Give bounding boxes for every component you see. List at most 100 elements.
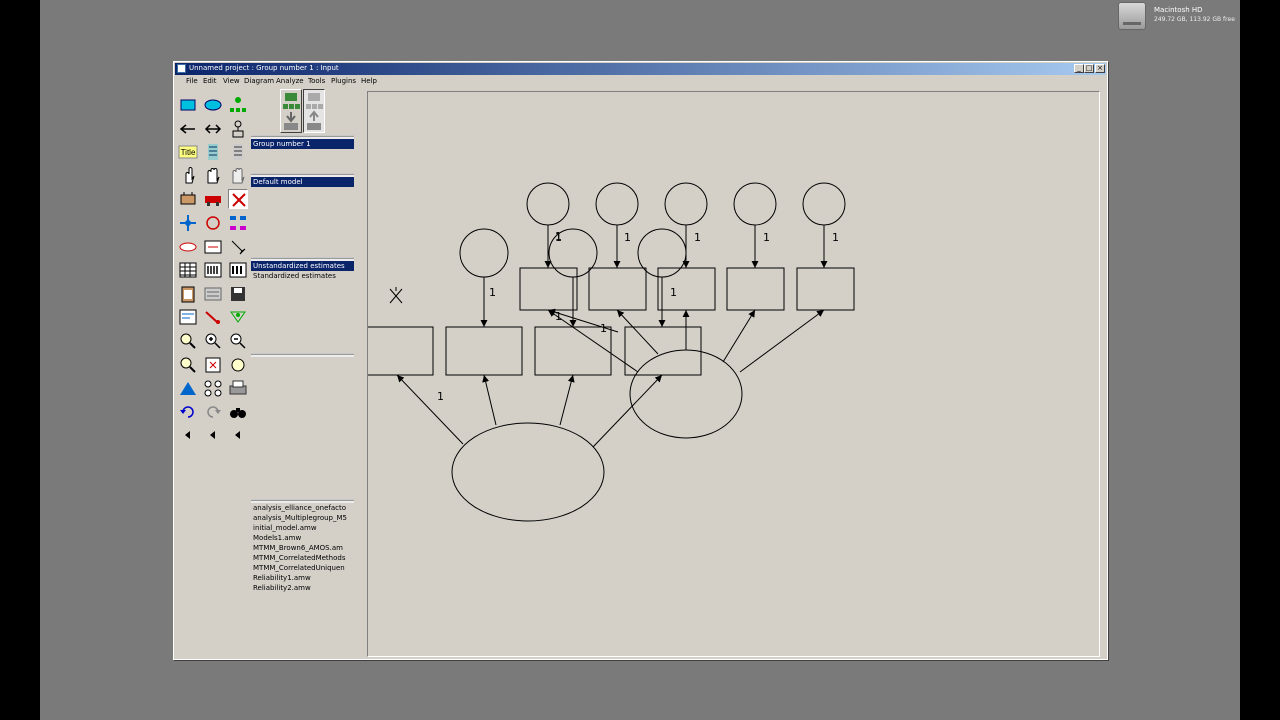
unique-variable-icon[interactable] [228,119,248,139]
file-item[interactable]: initial_model.amw [251,523,354,533]
close-button[interactable]: × [1095,64,1105,73]
menu-file[interactable]: File [186,77,198,85]
rectangle-icon[interactable] [178,95,198,115]
zoom-page-icon[interactable] [178,355,198,375]
ellipse-icon[interactable] [203,95,223,115]
rotate-icon[interactable] [203,213,223,233]
data-files-icon[interactable] [178,260,198,280]
error-term-circle[interactable] [637,228,687,278]
bayesian-icon[interactable] [178,378,198,398]
volume-space: 249.72 GB, 113.92 GB free [1154,16,1235,23]
error-term-circle[interactable] [733,182,777,226]
path-label: 1 [437,390,444,403]
drag-properties-icon[interactable] [228,237,248,257]
fit-page-icon[interactable] [203,355,223,375]
observed-variable-box[interactable] [796,267,855,311]
shape-change-icon[interactable] [178,237,198,257]
list-data-variables-icon[interactable] [228,142,248,162]
preserve-icon[interactable] [228,307,248,327]
diagram-canvas[interactable]: 1 1 1 1 1 1 1 1 1 1 1 [367,91,1100,657]
arrow-left-1[interactable] [178,425,198,445]
menu-analyze[interactable]: Analyze [276,77,304,85]
move-icon[interactable] [203,189,223,209]
maximize-button[interactable]: □ [1084,64,1094,73]
unstandardized-estimates-item[interactable]: Unstandardized estimates [251,261,354,271]
double-arrow-icon[interactable] [203,119,223,139]
latent-variable-ellipse[interactable] [629,349,743,439]
path-arrow [616,309,659,355]
arrow-left-2[interactable] [203,425,223,445]
zoom-area-icon[interactable] [178,331,198,351]
file-item[interactable]: Models1.amw [251,533,354,543]
erase-icon[interactable] [228,189,248,210]
reflect-icon[interactable] [228,213,248,233]
observed-variable-box[interactable] [445,326,523,376]
title-icon[interactable]: Title [178,142,198,162]
print-icon[interactable] [228,378,248,398]
error-term-circle[interactable] [664,182,708,226]
model-item[interactable]: Default model [251,177,354,187]
error-term-circle[interactable] [459,228,509,278]
file-item[interactable]: MTMM_CorrelatedMethods [251,553,354,563]
observed-variable-box[interactable] [657,267,716,311]
menu-help[interactable]: Help [361,77,377,85]
multiple-group-icon[interactable] [203,378,223,398]
preserve-symmetry-icon[interactable] [203,237,223,257]
latent-indicator-icon[interactable] [228,95,248,115]
file-item[interactable]: analysis_Multiplegroup_M5 [251,513,354,523]
file-item[interactable]: Reliability1.amw [251,573,354,583]
observed-variable-box[interactable] [368,326,434,376]
specification-search-icon[interactable] [228,402,248,422]
file-item[interactable]: analysis_elliance_onefacto [251,503,354,513]
duplicate-icon[interactable] [178,189,198,209]
window-title: Unnamed project : Group number 1 : Input [189,64,339,72]
error-term-circle[interactable] [802,182,846,226]
file-item[interactable]: MTMM_Brown6_AMOS.am [251,543,354,553]
path-label: 1 [555,231,562,244]
minimize-button[interactable]: _ [1074,64,1084,73]
standardized-estimates-item[interactable]: Standardized estimates [251,271,354,281]
erase-cursor-icon[interactable] [389,287,403,304]
save-icon[interactable] [228,284,248,304]
loupe-icon[interactable] [228,355,248,375]
redo-icon[interactable] [203,402,223,422]
hard-drive-icon[interactable]: Macintosh HD 249.72 GB, 113.92 GB free [1116,0,1240,30]
path-label: 1 [763,231,770,244]
select-one-icon[interactable] [178,166,198,186]
error-term-circle[interactable] [526,182,570,226]
zoom-in-icon[interactable] [203,331,223,351]
observed-variable-box[interactable] [519,267,578,311]
drag-icon[interactable] [203,307,223,327]
arrow-left-3[interactable] [228,425,248,445]
observed-variable-box[interactable] [588,267,647,311]
observed-variable-box[interactable] [624,326,702,376]
latent-variable-ellipse[interactable] [451,422,605,522]
list-variables-icon[interactable] [203,142,223,162]
menu-plugins[interactable]: Plugins [331,77,356,85]
view-input-button[interactable] [280,89,302,133]
analysis-properties-icon[interactable] [203,260,223,280]
file-item[interactable]: MTMM_CorrelatedUniquen [251,563,354,573]
path-label: 1 [832,231,839,244]
observed-variable-box[interactable] [726,267,785,311]
file-item[interactable]: Reliability2.amw [251,583,354,593]
view-text-icon[interactable] [203,284,223,304]
object-properties-icon[interactable] [178,307,198,327]
error-term-circle[interactable] [595,182,639,226]
zoom-out-icon[interactable] [228,331,248,351]
menu-view[interactable]: View [223,77,240,85]
view-output-button[interactable] [303,89,325,133]
title-bar[interactable]: Unnamed project : Group number 1 : Input… [175,63,1106,75]
deselect-icon[interactable] [228,166,248,186]
menu-diagram[interactable]: Diagram [244,77,274,85]
clipboard-icon[interactable] [178,284,198,304]
undo-icon[interactable] [178,402,198,422]
calculate-estimates-icon[interactable] [228,260,248,280]
app-icon [177,64,186,73]
menu-edit[interactable]: Edit [203,77,217,85]
move-parameter-icon[interactable] [178,213,198,233]
group-item[interactable]: Group number 1 [251,139,354,149]
select-all-icon[interactable] [203,166,223,186]
single-arrow-icon[interactable] [178,119,198,139]
menu-tools[interactable]: Tools [308,77,325,85]
